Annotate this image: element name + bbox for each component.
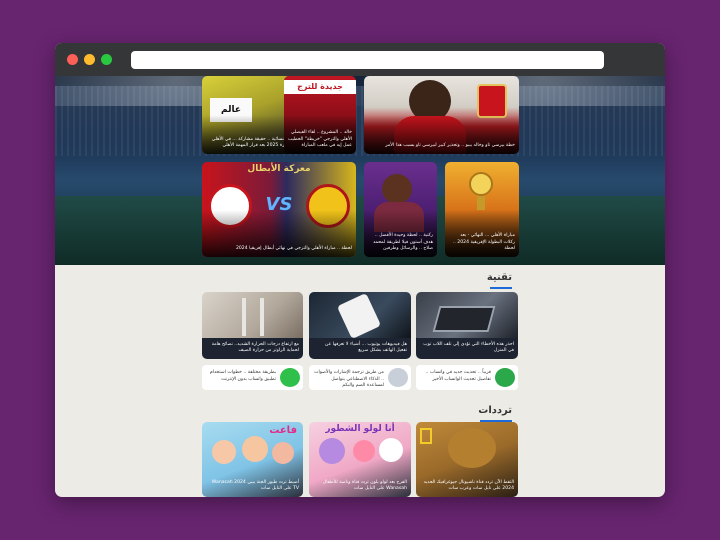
cartoon-child-graphic — [212, 440, 236, 464]
whatsapp-icon — [280, 368, 300, 387]
minimize-window-button[interactable] — [84, 54, 95, 65]
banner-text: جديدة للترج — [284, 80, 356, 94]
tech-card[interactable]: هل فيديوهات يوتيوب ... أشياء لا تعرفها ع… — [309, 292, 411, 359]
tech-card[interactable]: مع ارتفاع درجات الحرارة الشديد.. نصائح ه… — [202, 292, 303, 359]
frequency-card[interactable]: التقط الآن تردد قناة ناشيونال جيوغرافيك … — [416, 422, 518, 497]
tech-list-item[interactable]: قريباً .. تحديث جديد في واتساب .. تفاصيل… — [416, 365, 518, 390]
news-card-title: خالد .. المشروع .. لقاء الفيصلي الأهلي و… — [288, 130, 352, 149]
page-viewport: عالم كرة النسائية .. حقيقة مشاركة ... في… — [55, 76, 665, 497]
news-card-title: لحظة .. مباراة الأهلي والترجي في نهائي أ… — [235, 246, 352, 252]
frequency-card[interactable]: أنا لولو الشطور الفرح بعد لولو بلون تردد… — [309, 422, 411, 497]
news-card-title: كرة النسائية .. حقيقة مشاركة ... في الأه… — [211, 136, 295, 149]
stadium-lights-background — [55, 76, 665, 106]
cartoon-child-graphic — [272, 442, 294, 464]
trophy-icon — [469, 172, 493, 196]
news-card-featured[interactable]: خطة بيرسي تاو وخالد بيبو .. وتحذير كبير … — [364, 76, 519, 154]
section-title-frequencies: ترددات — [478, 405, 512, 416]
tech-list-item-title: بطريقة مختلفة .. خطوات استخدام تطبيق وات… — [209, 370, 276, 382]
tech-card-title: احذر هذه الأخطاء التي تؤدي إلى تلف اللاب… — [423, 341, 514, 354]
cartoon-character-graphic — [353, 440, 375, 462]
tech-list-item-title: قريباً .. تحديث جديد في واتساب .. تفاصيل… — [425, 370, 491, 382]
router-antenna-graphic — [260, 298, 264, 336]
browser-titlebar — [55, 43, 665, 76]
banner-text: فاعت — [269, 425, 297, 436]
browser-window: عالم كرة النسائية .. حقيقة مشاركة ... في… — [55, 43, 665, 497]
news-card[interactable]: جديدة للترج خالد .. المشروع .. لقاء الفي… — [284, 76, 356, 154]
tech-card-image — [202, 292, 303, 338]
news-card-title: خطة بيرسي تاو وخالد بيبو .. وتحذير كبير … — [385, 143, 515, 149]
cartoon-child-graphic — [242, 436, 268, 462]
router-antenna-graphic — [242, 298, 246, 336]
ai-thumbnail — [388, 368, 408, 387]
tech-list-item-title: من طريق ترجمة الإشارات والأصوات .. الذكا… — [314, 370, 384, 388]
news-card-title: مباراة الأهلي ... النهائي - بعد ركلات ال… — [452, 233, 515, 252]
frequency-card[interactable]: فاعت أضبط تردد طيور الجنة بيبي 2024 Wana… — [202, 422, 303, 497]
tech-card-title: هل فيديوهات يوتيوب ... أشياء لا تعرفها ع… — [325, 341, 407, 354]
tech-list-item[interactable]: بطريقة مختلفة .. خطوات استخدام تطبيق وات… — [202, 365, 303, 390]
club-logo-icon — [477, 84, 507, 118]
phone-graphic — [336, 292, 382, 340]
banner-text: أنا لولو الشطور — [325, 424, 395, 434]
news-card-title: ركنية .. لحظة وحيدة الأفضل .. هدف أستون … — [373, 233, 433, 252]
tech-card-title: مع ارتفاع درجات الحرارة الشديد.. نصائح ه… — [211, 341, 299, 354]
laptop-graphic — [432, 306, 496, 332]
news-card[interactable]: مباراة الأهلي ... النهائي - بعد ركلات ال… — [445, 162, 519, 257]
trophy-stand-graphic — [477, 196, 485, 210]
news-card[interactable]: ركنية .. لحظة وحيدة الأفضل .. هدف أستون … — [364, 162, 437, 257]
player-head-graphic — [382, 174, 412, 204]
maximize-window-button[interactable] — [101, 54, 112, 65]
banner-text: معركة الأبطال — [247, 164, 311, 174]
tech-list-item[interactable]: من طريق ترجمة الإشارات والأصوات .. الذكا… — [309, 365, 411, 390]
section-title-tech: تقنية — [486, 272, 512, 283]
lion-graphic — [448, 428, 496, 468]
tech-card[interactable]: احذر هذه الأخطاء التي تؤدي إلى تلف اللاب… — [416, 292, 518, 359]
whatsapp-icon — [495, 368, 515, 387]
cartoon-character-graphic — [319, 438, 345, 464]
address-bar[interactable] — [131, 51, 604, 69]
tech-card-image — [416, 292, 518, 338]
close-window-button[interactable] — [67, 54, 78, 65]
frequency-card-title: أضبط تردد طيور الجنة بيبي 2024 Wanasah T… — [211, 479, 299, 492]
frequency-card-title: الفرح بعد لولو بلون تردد قناة وناسة للأط… — [322, 479, 407, 492]
news-card-featured[interactable]: معركة الأبطال VS لحظة .. مباراة الأهلي و… — [202, 162, 356, 257]
natgeo-logo-icon — [420, 428, 432, 444]
stadium-pitch-background — [55, 196, 665, 265]
sports-hero-section: عالم كرة النسائية .. حقيقة مشاركة ... في… — [55, 76, 665, 265]
cartoon-character-graphic — [379, 438, 403, 462]
frequency-card-title: التقط الآن تردد قناة ناشيونال جيوغرافيك … — [423, 479, 514, 492]
tech-card-image — [309, 292, 411, 340]
section-title-underline — [490, 287, 512, 289]
